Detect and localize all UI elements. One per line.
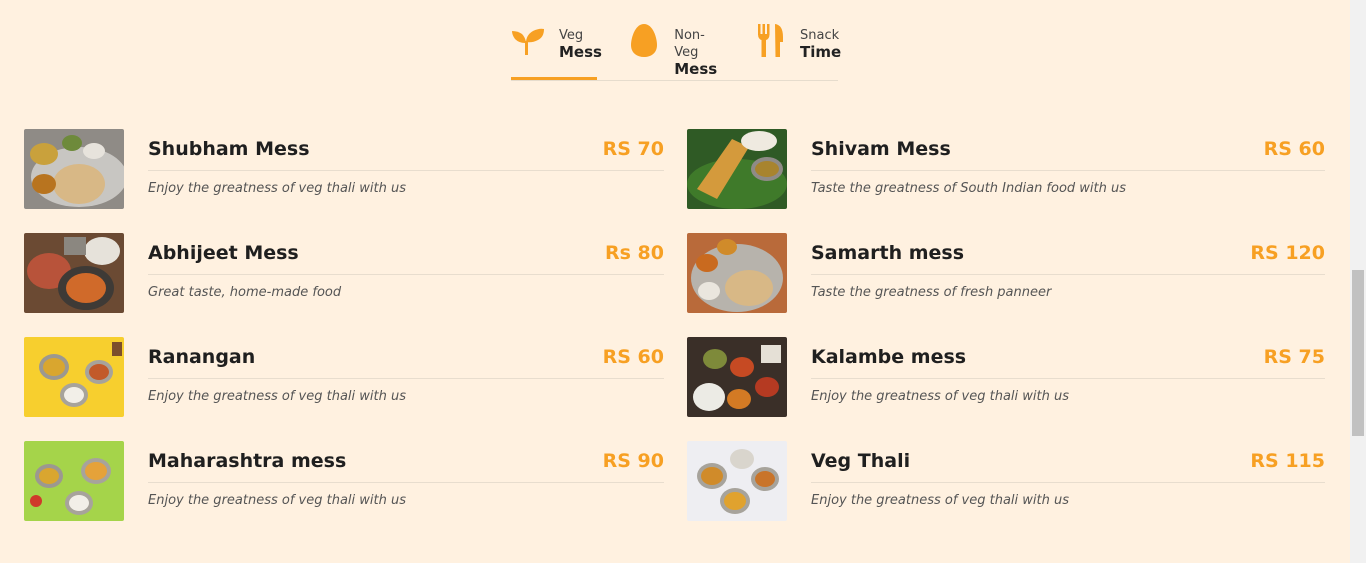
divider bbox=[811, 170, 1325, 171]
mess-description: Taste the greatness of fresh panneer bbox=[811, 285, 1052, 300]
menu-item-maharashtra-mess[interactable]: Maharashtra mess RS 90 Enjoy the greatne… bbox=[24, 441, 664, 521]
mess-price: RS 60 bbox=[602, 346, 664, 368]
mess-name: Kalambe mess bbox=[811, 346, 967, 368]
divider bbox=[148, 482, 664, 483]
divider bbox=[811, 482, 1325, 483]
mess-name: Shivam Mess bbox=[811, 138, 951, 160]
scrollbar-thumb[interactable] bbox=[1352, 270, 1364, 436]
mess-name: Samarth mess bbox=[811, 242, 965, 264]
menu-item-kalambe-mess[interactable]: Kalambe mess RS 75 Enjoy the greatness o… bbox=[687, 337, 1325, 417]
tab-nonveg-mess[interactable]: Non-Veg Mess bbox=[627, 22, 727, 80]
divider bbox=[148, 274, 664, 275]
tab-nonveg-big-label: Mess bbox=[674, 60, 718, 78]
mess-name: Shubham Mess bbox=[148, 138, 310, 160]
tab-snack-time[interactable]: Snack Time bbox=[756, 22, 842, 80]
tab-veg-small-label: Veg bbox=[559, 28, 584, 43]
mess-price: RS 90 bbox=[602, 450, 664, 472]
divider bbox=[811, 378, 1325, 379]
food-thumbnail bbox=[24, 337, 124, 417]
mess-name: Veg Thali bbox=[811, 450, 911, 472]
food-thumbnail bbox=[687, 337, 787, 417]
fork-knife-icon bbox=[756, 22, 786, 58]
mess-price: Rs 80 bbox=[605, 242, 664, 264]
menu-item-ranangan[interactable]: Ranangan RS 60 Enjoy the greatness of ve… bbox=[24, 337, 664, 417]
mess-name: Abhijeet Mess bbox=[148, 242, 299, 264]
food-thumbnail bbox=[24, 129, 124, 209]
mess-description: Enjoy the greatness of veg thali with us bbox=[148, 181, 407, 196]
mess-description: Enjoy the greatness of veg thali with us bbox=[811, 389, 1070, 404]
mess-description: Enjoy the greatness of veg thali with us bbox=[148, 493, 407, 508]
mess-description: Taste the greatness of South Indian food… bbox=[811, 181, 1127, 196]
food-thumbnail bbox=[687, 129, 787, 209]
food-thumbnail bbox=[24, 441, 124, 521]
tab-nonveg-small-label: Non-Veg bbox=[674, 28, 705, 60]
menu-item-abhijeet-mess[interactable]: Abhijeet Mess Rs 80 Great taste, home-ma… bbox=[24, 233, 664, 313]
tab-veg-big-label: Mess bbox=[559, 43, 602, 61]
sprout-icon bbox=[511, 22, 545, 58]
divider bbox=[148, 170, 664, 171]
tab-veg-mess[interactable]: Veg Mess bbox=[511, 22, 602, 80]
mess-price: RS 120 bbox=[1250, 242, 1325, 264]
food-thumbnail bbox=[24, 233, 124, 313]
page-scrollbar[interactable] bbox=[1350, 0, 1366, 563]
mess-price: RS 70 bbox=[602, 138, 664, 160]
tab-snack-small-label: Snack bbox=[800, 28, 840, 43]
mess-name: Ranangan bbox=[148, 346, 256, 368]
mess-price: RS 75 bbox=[1263, 346, 1325, 368]
food-thumbnail bbox=[687, 233, 787, 313]
mess-description: Great taste, home-made food bbox=[148, 285, 342, 300]
egg-icon bbox=[627, 22, 660, 58]
menu-item-shivam-mess[interactable]: Shivam Mess RS 60 Taste the greatness of… bbox=[687, 129, 1325, 209]
divider bbox=[148, 378, 664, 379]
mess-description: Enjoy the greatness of veg thali with us bbox=[148, 389, 407, 404]
menu-item-samarth-mess[interactable]: Samarth mess RS 120 Taste the greatness … bbox=[687, 233, 1325, 313]
menu-category-tabs: Veg Mess Non-Veg Mess Snack Time bbox=[511, 22, 842, 81]
menu-item-shubham-mess[interactable]: Shubham Mess RS 70 Enjoy the greatness o… bbox=[24, 129, 664, 209]
divider bbox=[811, 274, 1325, 275]
food-thumbnail bbox=[687, 441, 787, 521]
mess-description: Enjoy the greatness of veg thali with us bbox=[811, 493, 1070, 508]
mess-name: Maharashtra mess bbox=[148, 450, 347, 472]
menu-item-veg-thali[interactable]: Veg Thali RS 115 Enjoy the greatness of … bbox=[687, 441, 1325, 521]
mess-price: RS 60 bbox=[1263, 138, 1325, 160]
mess-price: RS 115 bbox=[1250, 450, 1325, 472]
tab-snack-big-label: Time bbox=[800, 43, 842, 61]
